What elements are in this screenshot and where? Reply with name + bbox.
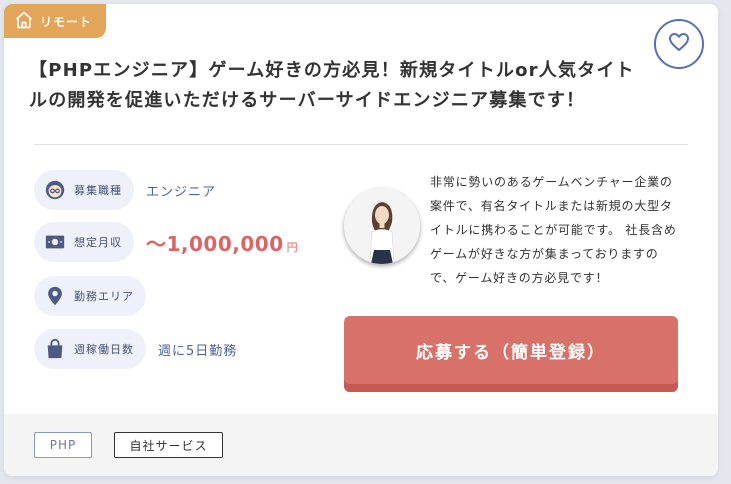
recruiter-avatar xyxy=(344,188,420,264)
position-pill: 募集職種 xyxy=(34,170,134,210)
position-value: エンジニア xyxy=(146,184,217,200)
days-value: 週に5日勤務 xyxy=(158,343,238,359)
position-label: 募集職種 xyxy=(74,184,122,197)
salary-pill: 想定月収 xyxy=(34,222,134,262)
remote-badge: リモート xyxy=(4,4,106,38)
divider xyxy=(34,144,688,145)
favorite-button[interactable] xyxy=(654,19,704,69)
days-label: 週稼働日数 xyxy=(74,343,134,356)
heart-icon xyxy=(667,30,691,58)
tag-own-service[interactable]: 自社サービス xyxy=(114,432,223,458)
salary-label: 想定月収 xyxy=(74,236,122,249)
info-row-area: 勤務エリア xyxy=(34,276,158,316)
tag-footer: PHP 自社サービス xyxy=(4,414,718,476)
person-glasses-icon xyxy=(44,179,66,201)
days-pill: 週稼働日数 xyxy=(34,329,146,369)
info-row-salary: 想定月収 〜1,000,000 円 xyxy=(34,222,298,262)
salary-unit: 円 xyxy=(286,240,299,254)
job-description: 非常に勢いのあるゲームベンチャー企業の案件で、有名タイトルまたは新規の大型タイト… xyxy=(430,175,677,285)
tag-php[interactable]: PHP xyxy=(34,432,92,458)
map-pin-icon xyxy=(44,285,66,307)
area-pill: 勤務エリア xyxy=(34,276,146,316)
bag-icon xyxy=(44,338,66,360)
info-row-days: 週稼働日数 週に5日勤務 xyxy=(34,329,237,369)
salary-value: 〜1,000,000 円 xyxy=(146,228,298,257)
remote-badge-label: リモート xyxy=(40,14,93,29)
home-icon xyxy=(14,10,34,33)
apply-button[interactable]: 応募する（簡単登録） xyxy=(344,316,678,392)
job-card[interactable]: リモート 【PHPエンジニア】ゲーム好きの方必見！新規タイトルor人気タイトルの… xyxy=(4,4,718,476)
job-title[interactable]: 【PHPエンジニア】ゲーム好きの方必見！新規タイトルor人気タイトルの開発を促進… xyxy=(29,56,649,116)
money-icon xyxy=(44,231,66,253)
salary-amount: 〜1,000,000 xyxy=(146,231,284,256)
area-label: 勤務エリア xyxy=(74,290,134,303)
info-row-position: 募集職種 エンジニア xyxy=(34,170,216,210)
